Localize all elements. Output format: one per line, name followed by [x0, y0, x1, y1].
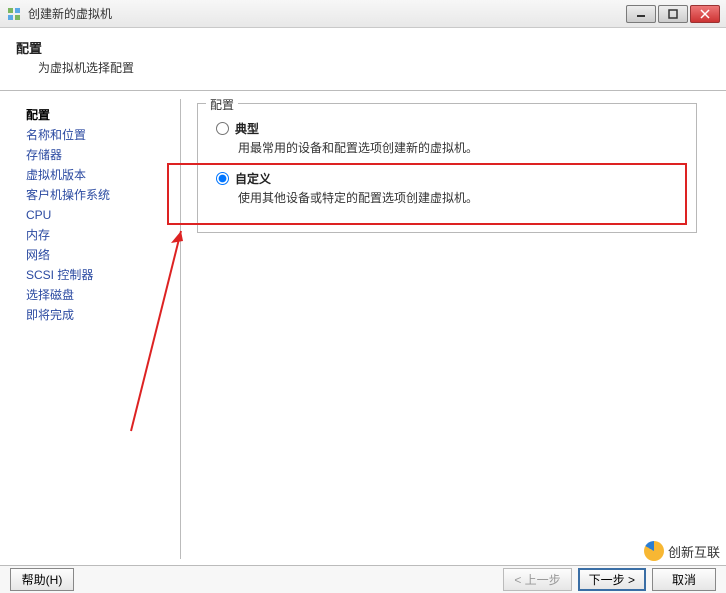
page-title: 配置	[16, 38, 710, 57]
titlebar: 创建新的虚拟机	[0, 0, 726, 28]
maximize-button[interactable]	[658, 5, 688, 23]
option-desc: 使用其他设备或特定的配置选项创建虚拟机。	[238, 189, 682, 206]
group-legend: 配置	[206, 96, 238, 113]
sidebar-item[interactable]: 即将完成	[26, 305, 170, 325]
window-controls	[626, 5, 720, 23]
wizard-footer: 帮助(H) < 上一步 下一步 > 取消	[0, 565, 726, 593]
sidebar-item[interactable]: 选择磁盘	[26, 285, 170, 305]
sidebar-item[interactable]: 名称和位置	[26, 125, 170, 145]
sidebar-item[interactable]: 虚拟机版本	[26, 165, 170, 185]
app-icon	[6, 6, 22, 22]
option-title: 自定义	[235, 170, 271, 187]
sidebar-item[interactable]: 客户机操作系统	[26, 185, 170, 205]
sidebar: 配置 名称和位置 存储器 虚拟机版本 客户机操作系统 CPU 内存 网络 SCS…	[0, 91, 180, 571]
sidebar-item[interactable]: 存储器	[26, 145, 170, 165]
sidebar-item[interactable]: CPU	[26, 205, 170, 225]
option-custom[interactable]: 自定义 使用其他设备或特定的配置选项创建虚拟机。	[216, 170, 682, 206]
watermark-icon	[644, 541, 664, 561]
cancel-button[interactable]: 取消	[652, 568, 716, 591]
sidebar-item[interactable]: 网络	[26, 245, 170, 265]
radio-custom[interactable]	[216, 172, 229, 185]
window-title: 创建新的虚拟机	[28, 5, 626, 22]
config-group: 配置 典型 用最常用的设备和配置选项创建新的虚拟机。 自定义 使用其他设备或特定…	[197, 103, 697, 233]
option-title: 典型	[235, 120, 259, 137]
page-subtitle: 为虚拟机选择配置	[38, 59, 710, 76]
minimize-button[interactable]	[626, 5, 656, 23]
radio-typical[interactable]	[216, 122, 229, 135]
help-button[interactable]: 帮助(H)	[10, 568, 74, 591]
option-typical[interactable]: 典型 用最常用的设备和配置选项创建新的虚拟机。	[216, 120, 682, 156]
close-button[interactable]	[690, 5, 720, 23]
next-button[interactable]: 下一步 >	[578, 568, 646, 591]
sidebar-item[interactable]: 配置	[26, 105, 170, 125]
watermark-text: 创新互联	[668, 542, 720, 561]
wizard-header: 配置 为虚拟机选择配置	[0, 28, 726, 91]
sidebar-item[interactable]: 内存	[26, 225, 170, 245]
content-pane: 配置 典型 用最常用的设备和配置选项创建新的虚拟机。 自定义 使用其他设备或特定…	[181, 91, 726, 571]
option-desc: 用最常用的设备和配置选项创建新的虚拟机。	[238, 139, 682, 156]
watermark: 创新互联	[644, 541, 720, 561]
sidebar-item[interactable]: SCSI 控制器	[26, 265, 170, 285]
back-button[interactable]: < 上一步	[503, 568, 571, 591]
wizard-body: 配置 名称和位置 存储器 虚拟机版本 客户机操作系统 CPU 内存 网络 SCS…	[0, 91, 726, 571]
